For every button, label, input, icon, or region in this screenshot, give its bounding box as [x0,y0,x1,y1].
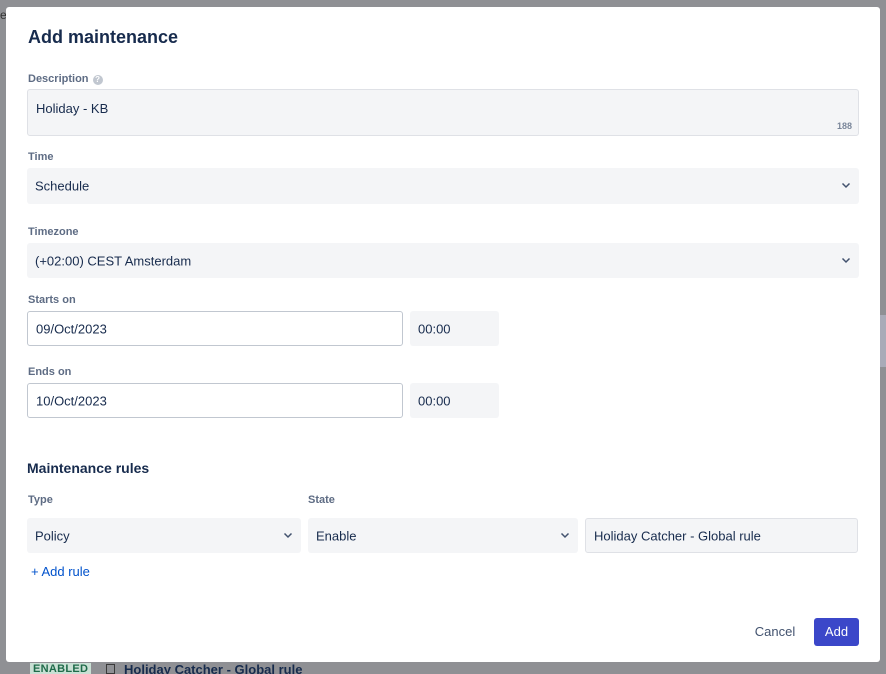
start-time-value: 00:00 [418,321,451,336]
maintenance-rules-heading: Maintenance rules [27,460,150,476]
description-value: Holiday - KB [36,101,109,116]
chevron-down-icon [841,255,851,265]
rule-name: Holiday Catcher - Global rule [124,662,303,674]
rule-icon [106,664,115,674]
time-select[interactable]: Schedule [27,168,859,204]
chevron-down-icon [283,530,293,540]
timezone-select-value: (+02:00) CEST Amsterdam [35,253,192,268]
rule-type-select[interactable]: Policy [27,518,301,553]
chevron-down-icon [841,180,851,190]
description-textarea[interactable]: Holiday - KB 188 [27,89,859,136]
status-badge: ENABLED [30,663,92,674]
rule-state-select[interactable]: Enable [308,518,578,553]
add-button[interactable]: Add [814,618,859,646]
chevron-down-icon [560,530,570,540]
time-select-value: Schedule [35,178,90,194]
rule-state-label: State [308,494,335,506]
dialog-title: Add maintenance [28,27,179,47]
start-date-input[interactable]: 09/Oct/2023 [27,311,403,346]
rule-state-value: Enable [316,528,357,543]
cancel-button[interactable]: Cancel [746,618,804,646]
start-time-input[interactable]: 00:00 [410,311,499,346]
rule-type-label: Type [28,494,53,506]
ends-on-label: Ends on [28,366,72,378]
end-date-input[interactable]: 10/Oct/2023 [27,383,403,418]
timezone-select[interactable]: (+02:00) CEST Amsterdam [27,243,859,278]
time-label: Time [28,151,54,163]
background-side-element [880,315,886,367]
timezone-label: Timezone [28,226,79,238]
end-date-value: 10/Oct/2023 [36,393,107,408]
end-time-value: 00:00 [418,393,451,408]
end-time-input[interactable]: 00:00 [410,383,499,418]
question-circle-icon[interactable]: ? [92,75,103,85]
rule-target-input[interactable]: Holiday Catcher - Global rule [585,518,858,553]
rule-target-value: Holiday Catcher - Global rule [594,528,761,543]
background-rule-row: ENABLED Holiday Catcher - Global rule [0,662,886,674]
description-label-text: Description [28,73,89,85]
add-maintenance-dialog: Add maintenance Description? Holiday - K… [6,7,880,662]
start-date-value: 09/Oct/2023 [36,321,107,336]
add-rule-link[interactable]: + Add rule [31,564,90,579]
rule-type-value: Policy [35,528,70,543]
description-label: Description? [28,73,103,85]
starts-on-label: Starts on [28,294,76,306]
character-counter: 188 [836,121,852,131]
